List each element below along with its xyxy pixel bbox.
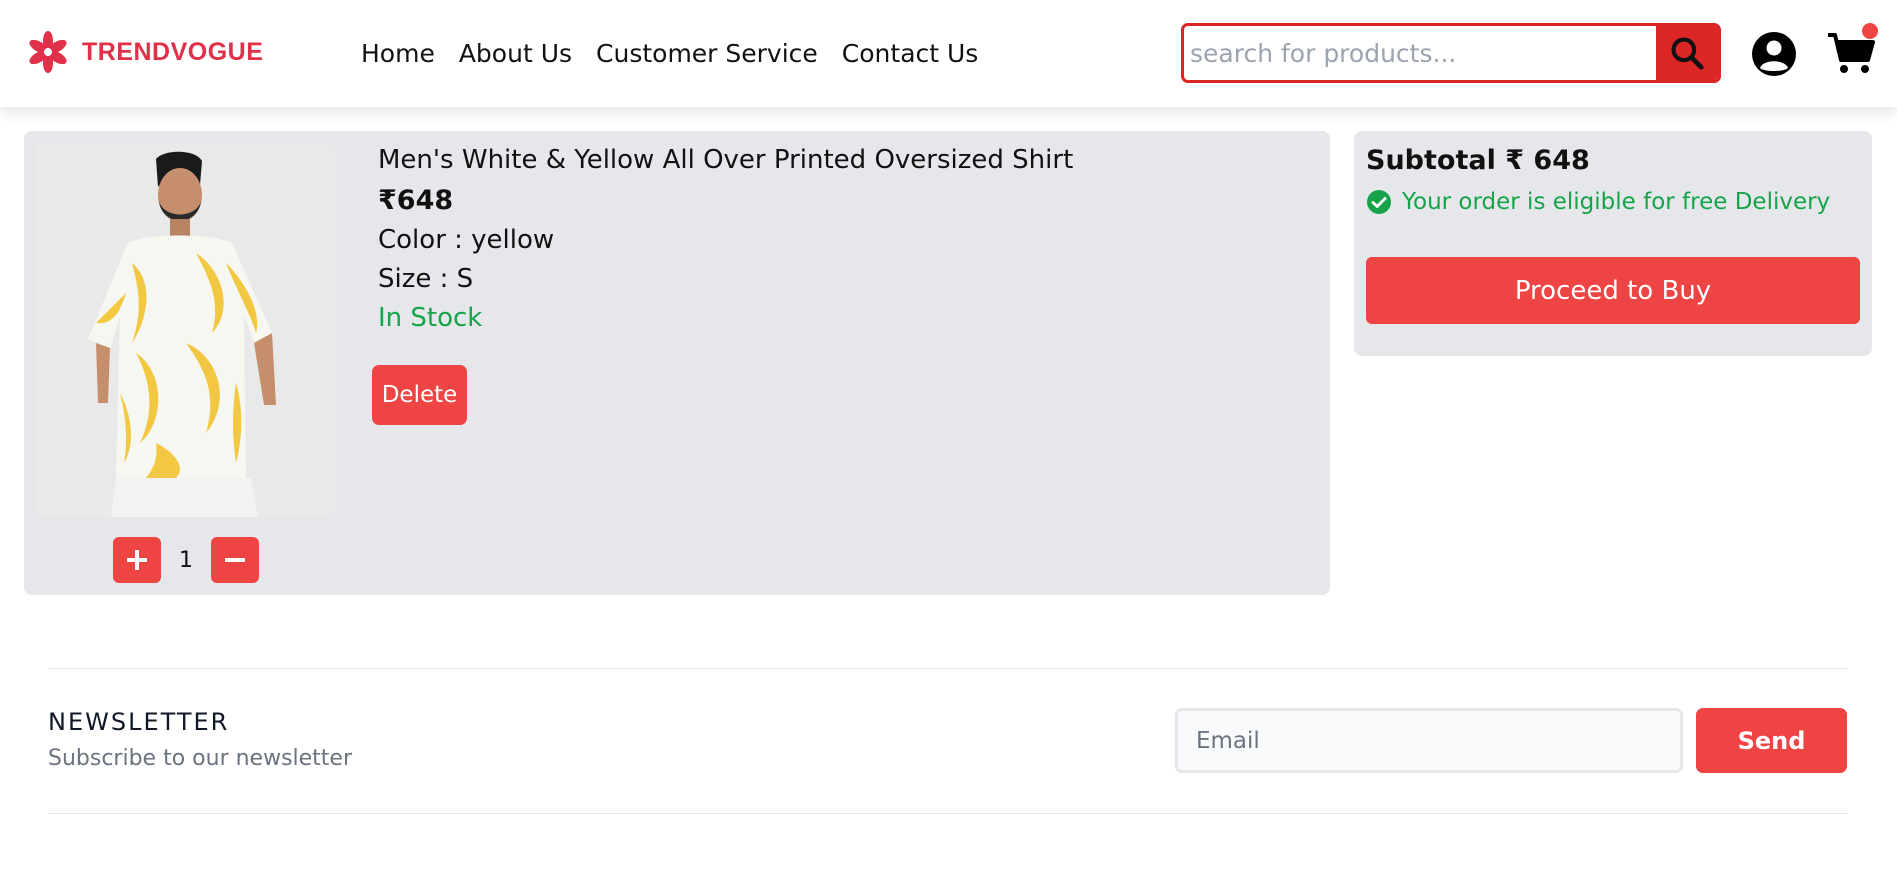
newsletter-subtitle: Subscribe to our newsletter bbox=[48, 746, 353, 771]
main-nav: Home About Us Customer Service Contact U… bbox=[361, 39, 1002, 68]
quantity-stepper: 1 bbox=[113, 537, 259, 583]
brand-logo[interactable]: TRENDVOGUE bbox=[24, 30, 263, 74]
shirt-model-illustration bbox=[36, 143, 334, 517]
minus-icon bbox=[225, 558, 245, 562]
brand-name: TRENDVOGUE bbox=[82, 37, 264, 66]
nav-about-us[interactable]: About Us bbox=[459, 39, 572, 68]
flower-logo-icon bbox=[29, 31, 67, 73]
nav-home[interactable]: Home bbox=[361, 39, 435, 68]
plus-icon bbox=[127, 550, 147, 570]
nav-contact-us[interactable]: Contact Us bbox=[842, 39, 979, 68]
free-delivery-notice: Your order is eligible for free Delivery bbox=[1366, 189, 1830, 215]
divider-top bbox=[48, 668, 1848, 669]
email-field[interactable] bbox=[1175, 708, 1683, 773]
quantity-value: 1 bbox=[179, 547, 193, 573]
site-header: TRENDVOGUE Home About Us Customer Servic… bbox=[0, 0, 1897, 107]
product-size: Size : S bbox=[378, 264, 474, 294]
subtotal-text: Subtotal ₹ 648 bbox=[1366, 145, 1590, 176]
product-title[interactable]: Men's White & Yellow All Over Printed Ov… bbox=[378, 145, 1073, 175]
search-icon bbox=[1671, 37, 1704, 70]
increase-quantity-button[interactable] bbox=[113, 537, 161, 583]
user-circle-icon[interactable] bbox=[1751, 31, 1797, 77]
check-circle-icon bbox=[1367, 190, 1391, 214]
divider-bottom bbox=[48, 813, 1848, 814]
proceed-to-buy-button[interactable]: Proceed to Buy bbox=[1366, 257, 1860, 324]
product-image[interactable] bbox=[36, 143, 334, 517]
search-input[interactable] bbox=[1184, 26, 1660, 80]
nav-customer-service[interactable]: Customer Service bbox=[596, 39, 818, 68]
product-color: Color : yellow bbox=[378, 225, 555, 255]
cart-item-card: 1 Men's White & Yellow All Over Printed … bbox=[24, 131, 1330, 595]
order-summary: Subtotal ₹ 648 Your order is eligible fo… bbox=[1354, 131, 1872, 356]
send-button[interactable]: Send bbox=[1696, 708, 1847, 773]
stock-status: In Stock bbox=[378, 303, 483, 333]
decrease-quantity-button[interactable] bbox=[211, 537, 259, 583]
search-bar bbox=[1181, 23, 1721, 83]
free-delivery-text: Your order is eligible for free Delivery bbox=[1402, 189, 1831, 215]
delete-button[interactable]: Delete bbox=[372, 365, 467, 425]
product-info: Men's White & Yellow All Over Printed Ov… bbox=[378, 145, 1073, 333]
search-button[interactable] bbox=[1656, 26, 1718, 80]
cart-badge bbox=[1862, 23, 1878, 39]
product-price: ₹648 bbox=[378, 185, 454, 216]
newsletter-title: NEWSLETTER bbox=[48, 708, 230, 736]
